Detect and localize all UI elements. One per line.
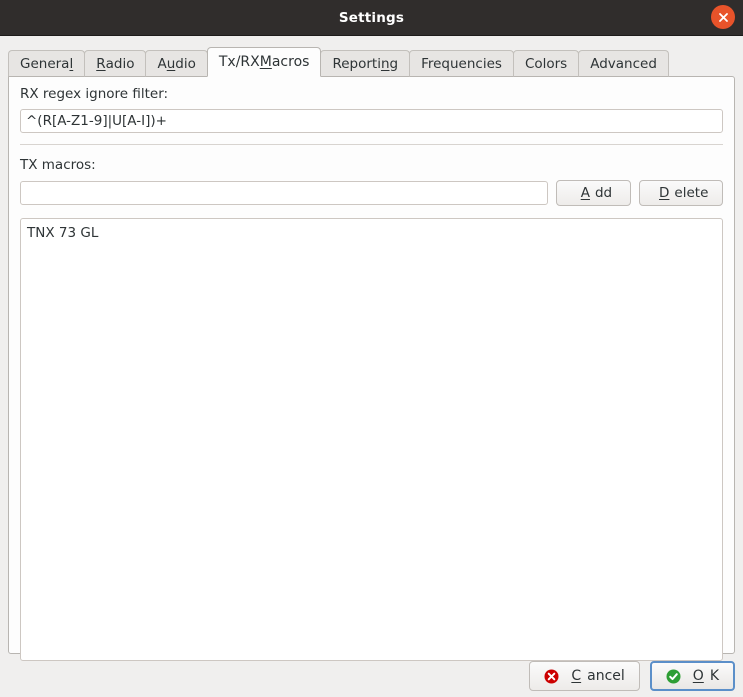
- tab-general-mnemonic: l: [69, 55, 74, 72]
- add-label-after: dd: [594, 185, 613, 201]
- tab-advanced[interactable]: Advanced: [578, 50, 669, 77]
- tab-audio[interactable]: Au dio: [145, 50, 208, 77]
- close-icon[interactable]: [711, 5, 735, 29]
- tab-reporting-mnemonic: n: [380, 55, 390, 72]
- tab-audio-label-after: dio: [175, 55, 196, 72]
- tab-general[interactable]: Genera l: [8, 50, 86, 77]
- delete-macro-button[interactable]: Delete: [639, 180, 723, 206]
- section-separator: [20, 144, 723, 145]
- rx-regex-ignore-filter-input[interactable]: [20, 109, 723, 133]
- close-x-glyph: [718, 12, 728, 22]
- dialog-action-bar: Cancel OK: [529, 661, 735, 691]
- tab-general-label: Genera: [20, 55, 70, 72]
- tab-txrx-macros-label: Tx/RX: [218, 54, 260, 70]
- settings-tabbar: Genera l Radio Au dio Tx/RX Macros Reporti…: [8, 47, 669, 77]
- tx-macros-list[interactable]: TNX 73 GL: [20, 218, 723, 661]
- cancel-button[interactable]: Cancel: [529, 661, 640, 691]
- tab-audio-label: A: [157, 55, 167, 72]
- tab-advanced-label: Advanced: [590, 55, 657, 72]
- tx-macro-input[interactable]: [20, 181, 549, 205]
- delete-label-after: elete: [674, 185, 709, 201]
- tab-radio-label-after: adio: [105, 55, 135, 72]
- tab-reporting[interactable]: Reporti n g: [320, 50, 411, 77]
- tab-txrx-macros[interactable]: Tx/RX Macros: [206, 47, 322, 77]
- add-macro-button[interactable]: Add: [556, 180, 632, 206]
- window-titlebar: Settings: [0, 0, 743, 36]
- tab-colors-label: Colors: [524, 55, 568, 72]
- txrx-macros-panel: RX regex ignore filter: TX macros: Add D…: [8, 76, 735, 661]
- tab-radio[interactable]: Radio: [84, 50, 147, 77]
- tx-macro-entry-row: Add Delete: [20, 180, 723, 206]
- ok-check-icon: [666, 669, 681, 684]
- tab-frequencies-label: Frequencies: [421, 55, 502, 72]
- ok-label-after: K: [709, 668, 719, 684]
- cancel-label-after: ancel: [587, 668, 625, 684]
- tab-reporting-label: Reporti: [332, 55, 381, 72]
- tab-colors[interactable]: Colors: [512, 50, 580, 77]
- rx-filter-label: RX regex ignore filter:: [20, 86, 169, 102]
- cancel-mnemonic: C: [571, 668, 582, 684]
- ok-button[interactable]: OK: [649, 661, 735, 691]
- tab-txrx-macros-mnemonic: M: [259, 54, 272, 70]
- cancel-icon: [544, 669, 559, 684]
- list-item[interactable]: TNX 73 GL: [21, 223, 722, 244]
- panel-inner: RX regex ignore filter: TX macros: Add D…: [20, 86, 723, 661]
- tab-frequencies[interactable]: Frequencies: [409, 50, 514, 77]
- delete-mnemonic: D: [659, 185, 670, 201]
- tab-txrx-macros-label-after: acros: [271, 54, 310, 70]
- tx-macros-label: TX macros:: [20, 157, 96, 173]
- dialog-body: Genera l Radio Au dio Tx/RX Macros Reporti…: [0, 36, 743, 697]
- tab-audio-mnemonic: u: [166, 55, 176, 72]
- tab-radio-mnemonic: R: [96, 55, 106, 72]
- ok-mnemonic: O: [692, 668, 704, 684]
- tab-reporting-label-after: g: [389, 55, 399, 72]
- add-mnemonic: A: [580, 185, 590, 201]
- window-title: Settings: [338, 9, 405, 26]
